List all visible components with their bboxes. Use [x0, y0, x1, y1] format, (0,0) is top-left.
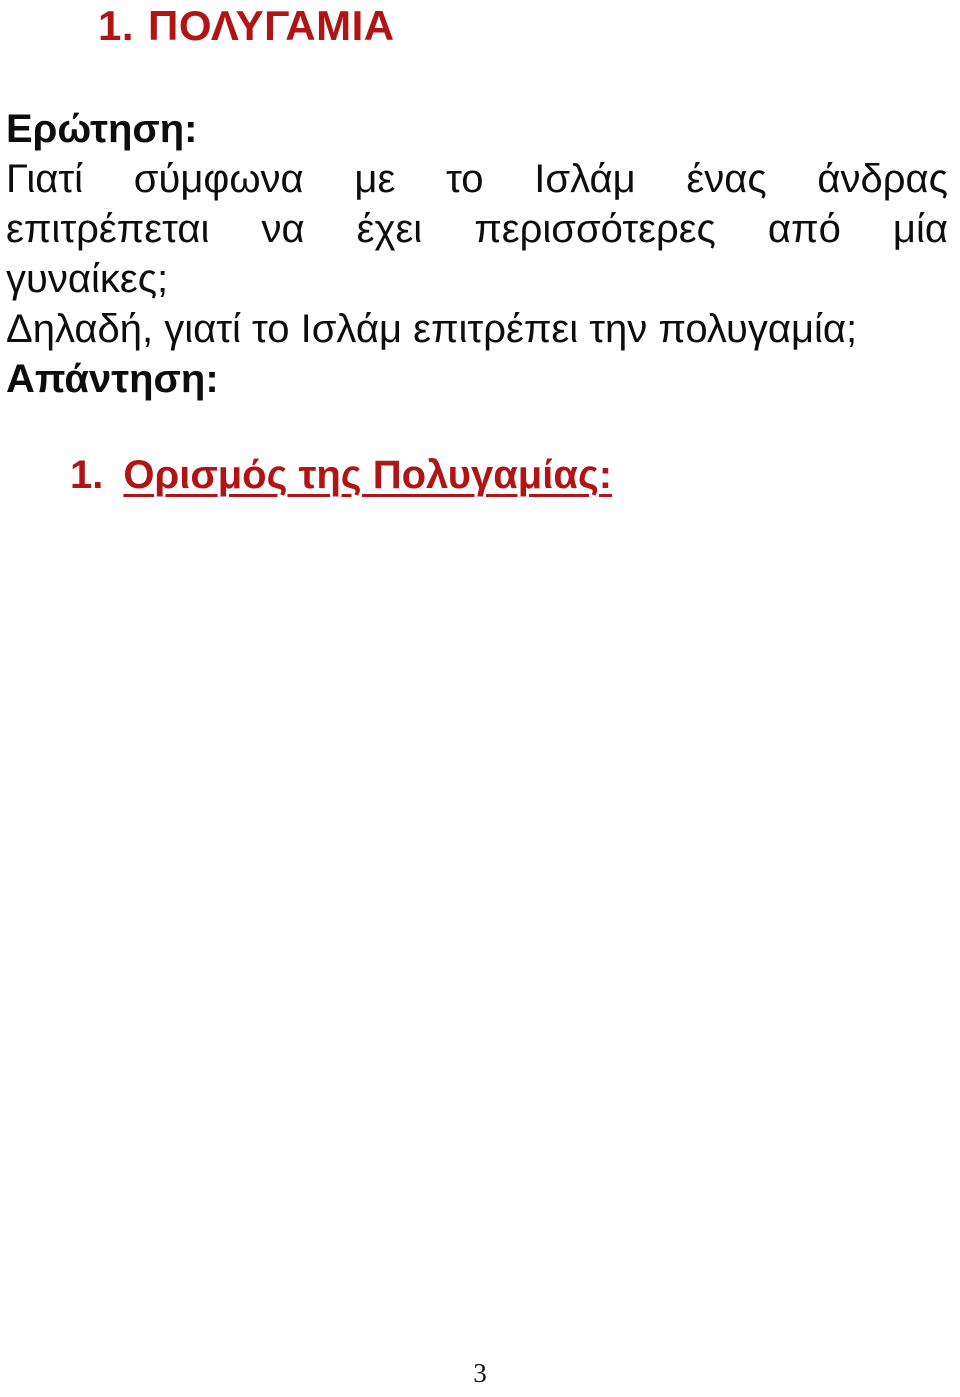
- document-page: 1. ΠΟΛΥΓΑΜΙΑ Ερώτηση: Γιατί σύμφωνα με το…: [0, 0, 960, 1397]
- page-title-text: ΠΟΛΥΓΑΜΙΑ: [148, 2, 395, 49]
- page-title: 1. ΠΟΛΥΓΑΜΙΑ: [98, 2, 395, 49]
- question-line-1-word: Γιατί: [6, 157, 84, 201]
- question-line-1-word: άνδρας: [817, 157, 948, 201]
- question-line-2-word: περισσότερες: [474, 207, 716, 251]
- answer-label: Απάντηση:: [6, 357, 219, 401]
- numbered-item-text: Ορισμός της Πολυγαμίας:: [123, 453, 613, 497]
- question-line-3: γυναίκες;: [6, 257, 169, 301]
- question-line-2-word: από: [767, 207, 841, 251]
- question-line-4: Δηλαδή, γιατί το Ισλάμ επιτρέπει την πολ…: [6, 307, 858, 351]
- question-label: Ερώτηση:: [6, 107, 198, 151]
- body-text-block: Ερώτηση: Γιατί σύμφωνα με το Ισλάμ ένας …: [6, 104, 948, 404]
- question-line-2-word: επιτρέπεται: [6, 207, 210, 251]
- numbered-item-1: 1. Ορισμός της Πολυγαμίας:: [70, 450, 612, 500]
- question-line-2-word: να: [261, 207, 305, 251]
- question-line-1-word: ένας: [686, 157, 767, 201]
- question-line-1-word: Ισλάμ: [534, 157, 636, 201]
- question-line-2-word: μία: [892, 207, 948, 251]
- numbered-item-number: 1.: [70, 453, 104, 497]
- question-line-1-word: το: [446, 157, 484, 201]
- question-line-1-word: με: [354, 157, 396, 201]
- footer-page-number: 3: [473, 1358, 487, 1388]
- page-title-number: 1.: [98, 2, 135, 49]
- question-line-2-word: έχει: [356, 207, 423, 251]
- question-line-1-word: σύμφωνα: [133, 157, 304, 201]
- question-line-2: επιτρέπεται να έχει περισσότερες από μία: [6, 204, 948, 254]
- question-line-1: Γιατί σύμφωνα με το Ισλάμ ένας άνδρας: [6, 154, 948, 204]
